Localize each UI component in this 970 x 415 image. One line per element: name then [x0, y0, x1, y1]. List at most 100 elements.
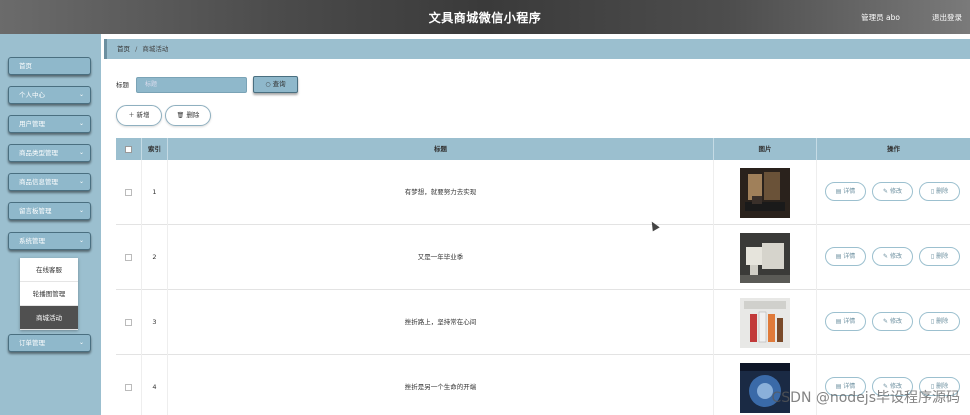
table-row: 2 又是一年毕业季 ▤ 详情 ✎ 修改 ▯ 删除: [116, 225, 970, 290]
table-row: 1 有梦想，就要努力去实现 ▤ 详情 ✎ 修改 ▯ 删除: [116, 160, 970, 225]
doc-icon: ▤: [835, 188, 842, 195]
trash-icon: ▯: [930, 318, 935, 325]
breadcrumb: 首页 / 商城活动: [104, 39, 970, 59]
detail-button[interactable]: ▤ 详情: [825, 312, 866, 331]
main-content: 首页 / 商城活动 标题 标题 ○ 查询 ＋ 新增 🗑 删除 索引 标题 图片 …: [101, 34, 970, 415]
delete-button[interactable]: ▯ 删除: [919, 182, 960, 201]
search-button[interactable]: ○ 查询: [253, 76, 298, 93]
trash-icon: ▯: [930, 188, 935, 195]
header-actions: 操作: [887, 145, 900, 153]
row-select[interactable]: [116, 160, 142, 225]
activity-thumbnail[interactable]: [740, 168, 790, 218]
current-user-label: 管理员 abo: [861, 13, 900, 22]
sidebar-item-users[interactable]: 用户管理 ⌄: [8, 115, 91, 133]
row-checkbox[interactable]: [125, 318, 132, 326]
doc-icon: ▤: [835, 318, 842, 325]
row-title: 挫折是另一个生命的开端: [168, 355, 714, 415]
row-select[interactable]: [116, 290, 142, 355]
logout-link[interactable]: 退出登录: [932, 12, 962, 23]
row-title: 又是一年毕业季: [168, 225, 714, 290]
delete-button[interactable]: ▯ 删除: [919, 247, 960, 266]
edit-label: 修改: [889, 188, 902, 195]
header-title: 标题: [168, 138, 714, 160]
search-icon: ○: [265, 81, 271, 88]
trash-icon: ▯: [930, 253, 935, 260]
row-actions: ▤ 详情 ✎ 修改 ▯ 删除: [817, 160, 970, 225]
row-select[interactable]: [116, 355, 142, 415]
add-button[interactable]: ＋ 新增: [116, 105, 162, 126]
chevron-down-icon: ⌄: [78, 207, 84, 214]
sidebar-item-label: 订单管理: [19, 339, 45, 347]
sidebar-item-label: 首页: [19, 62, 32, 70]
submenu-item-online-service[interactable]: 在线客服: [20, 258, 78, 282]
sidebar-item-messages[interactable]: 留言板管理 ⌄: [8, 202, 91, 220]
pencil-icon: ✎: [883, 318, 889, 325]
edit-label: 修改: [889, 318, 902, 325]
breadcrumb-separator: /: [135, 45, 138, 53]
breadcrumb-current: 商城活动: [142, 45, 169, 53]
detail-label: 详情: [843, 318, 856, 325]
sidebar-item-label: 商品信息管理: [19, 178, 58, 186]
row-select[interactable]: [116, 225, 142, 290]
row-image-cell: [714, 225, 817, 290]
pencil-icon: ✎: [883, 253, 889, 260]
row-index: 1: [142, 160, 168, 225]
header-image: 图片: [714, 138, 817, 160]
add-button-label: 新增: [136, 111, 150, 119]
chevron-down-icon: ⌄: [78, 237, 84, 244]
detail-button[interactable]: ▤ 详情: [825, 182, 866, 201]
sidebar-item-label: 用户管理: [19, 120, 45, 128]
search-input[interactable]: 标题: [136, 77, 247, 93]
sidebar-item-home[interactable]: 首页: [8, 57, 91, 75]
row-index: 3: [142, 290, 168, 355]
doc-icon: ▤: [835, 253, 842, 260]
watermark: CSDN @nodejs毕设程序源码: [771, 390, 961, 406]
select-all-checkbox[interactable]: [125, 145, 132, 153]
row-actions: ▤ 详情 ✎ 修改 ▯ 删除: [817, 290, 970, 355]
activity-thumbnail[interactable]: [740, 233, 790, 283]
sidebar-item-system[interactable]: 系统管理 ⌄: [8, 232, 91, 250]
search-button-label: 查询: [272, 80, 286, 88]
detail-label: 详情: [843, 253, 856, 260]
delete-label: 删除: [936, 253, 949, 260]
edit-button[interactable]: ✎ 修改: [872, 247, 913, 266]
submenu-item-carousel[interactable]: 轮播图管理: [20, 282, 78, 306]
activity-thumbnail[interactable]: [740, 298, 790, 348]
top-header: 文具商城微信小程序 管理员 abo 退出登录: [0, 0, 970, 34]
sidebar-item-label: 商品类型管理: [19, 149, 58, 157]
row-actions: ▤ 详情 ✎ 修改 ▯ 删除: [817, 225, 970, 290]
sidebar-item-label: 个人中心: [19, 91, 45, 99]
row-image-cell: [714, 290, 817, 355]
delete-label: 删除: [936, 318, 949, 325]
pencil-icon: ✎: [883, 188, 889, 195]
header-index: 索引: [142, 138, 168, 160]
header-select-all[interactable]: [116, 138, 142, 160]
sidebar-item-product-types[interactable]: 商品类型管理 ⌄: [8, 144, 91, 162]
edit-button[interactable]: ✎ 修改: [872, 182, 913, 201]
row-title: 挫折路上，坚持常在心间: [168, 290, 714, 355]
trash-icon: 🗑: [176, 112, 185, 119]
sidebar-item-orders[interactable]: 订单管理 ⌄: [8, 334, 91, 352]
batch-delete-button[interactable]: 🗑 删除: [165, 105, 211, 126]
edit-button[interactable]: ✎ 修改: [872, 312, 913, 331]
batch-delete-label: 删除: [186, 111, 200, 119]
edit-label: 修改: [889, 253, 902, 260]
delete-label: 删除: [936, 188, 949, 195]
row-checkbox[interactable]: [125, 253, 132, 261]
chevron-down-icon: ⌄: [78, 178, 84, 185]
sidebar-item-products[interactable]: 商品信息管理 ⌄: [8, 173, 91, 191]
sidebar-item-profile[interactable]: 个人中心 ⌄: [8, 86, 91, 104]
submenu-item-mall-activity[interactable]: 商城活动: [20, 306, 78, 330]
chevron-down-icon: ⌄: [78, 339, 84, 346]
chevron-down-icon: ⌄: [78, 91, 84, 98]
delete-button[interactable]: ▯ 删除: [919, 312, 960, 331]
chevron-down-icon: ⌄: [78, 149, 84, 156]
row-title: 有梦想，就要努力去实现: [168, 160, 714, 225]
breadcrumb-home[interactable]: 首页: [117, 45, 130, 53]
row-checkbox[interactable]: [125, 188, 132, 196]
row-image-cell: [714, 160, 817, 225]
row-checkbox[interactable]: [125, 383, 132, 391]
detail-button[interactable]: ▤ 详情: [825, 247, 866, 266]
table-header: 索引 标题 图片 操作: [116, 138, 970, 160]
row-index: 2: [142, 225, 168, 290]
